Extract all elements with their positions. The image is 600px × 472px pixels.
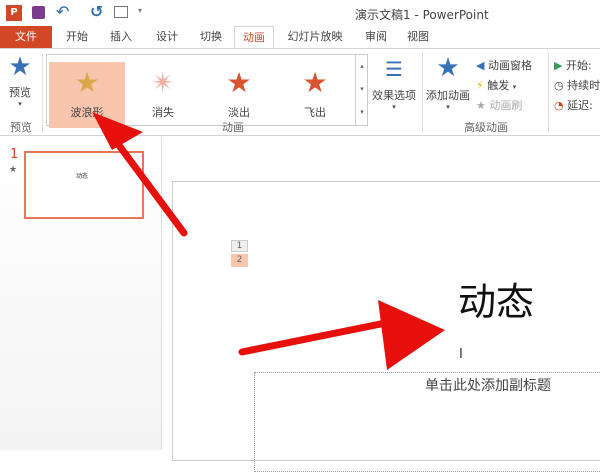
arrow-to-gallery xyxy=(92,112,188,237)
annotation-arrows xyxy=(92,112,445,370)
arrow-to-title xyxy=(238,300,445,370)
